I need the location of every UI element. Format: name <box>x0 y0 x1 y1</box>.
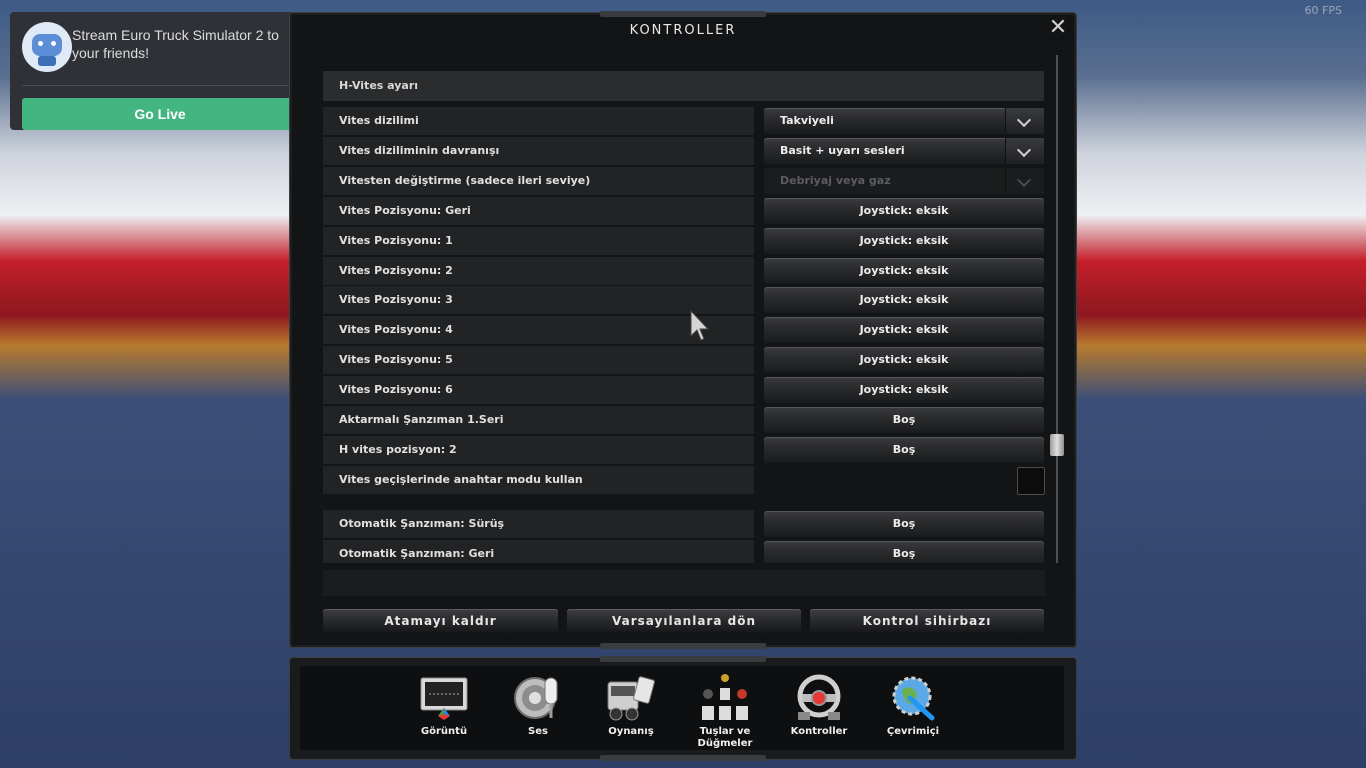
setting-label: Vites Pozisyonu: 6 <box>323 376 754 404</box>
setting-label: Aktarmalı Şanzıman 1.Seri <box>323 406 754 434</box>
nav-label: Oynanış <box>608 726 654 737</box>
scrollbar-track[interactable] <box>1056 55 1058 563</box>
binding-button[interactable]: Joystick: eksik <box>764 317 1044 343</box>
settings-nav: Görüntü Ses Oynanış Tuşlar ve Düğmeler K… <box>289 656 1077 761</box>
discord-message: Stream Euro Truck Simulator 2 to your fr… <box>72 27 279 61</box>
nav-label: Görüntü <box>420 726 468 737</box>
list-item: Vites Pozisyonu: 1 Joystick: eksik <box>323 227 1045 255</box>
setting-label: Otomatik Şanzıman: Geri <box>323 540 754 563</box>
binding-button[interactable]: Boş <box>764 407 1044 433</box>
discord-bot-avatar <box>22 22 72 72</box>
unassign-button[interactable]: Atamayı kaldır <box>323 609 558 633</box>
nav-label: Tuşlar ve Düğmeler <box>697 726 753 749</box>
shift-mode-dropdown: Debriyaj veya gaz <box>764 168 1044 194</box>
keys-buttons-icon <box>700 674 750 722</box>
list-item: Vites Pozisyonu: 6 Joystick: eksik <box>323 376 1045 404</box>
restore-defaults-button[interactable]: Varsayılanlara dön <box>567 609 801 633</box>
list-item: Vites diziliminin davranışı Basit + uyar… <box>323 137 1045 165</box>
nav-item-sound[interactable]: Ses <box>498 674 578 738</box>
discord-overlay: Stream Euro Truck Simulator 2 to your fr… <box>10 12 308 130</box>
chevron-down-icon <box>1005 168 1044 194</box>
chevron-down-icon[interactable] <box>1005 108 1044 134</box>
speaker-microphone-icon <box>513 674 563 722</box>
binding-button[interactable]: Joystick: eksik <box>764 287 1044 313</box>
nav-item-gameplay[interactable]: Oynanış <box>591 674 671 738</box>
setting-label: Vites diziliminin davranışı <box>323 137 754 165</box>
bot-icon <box>32 34 62 56</box>
list-item: H vites pozisyon: 2 Boş <box>323 436 1045 464</box>
list-item: Vites dizilimi Takviyeli <box>323 107 1045 135</box>
close-icon[interactable]: ✕ <box>1046 16 1070 40</box>
fps-counter: 60 FPS <box>1304 4 1342 17</box>
binding-button[interactable]: Joystick: eksik <box>764 258 1044 284</box>
nav-label: Ses <box>528 726 548 737</box>
chevron-down-icon[interactable] <box>1005 138 1044 164</box>
list-item: Vites Pozisyonu: 4 Joystick: eksik <box>323 316 1045 344</box>
dialog-title: KONTROLLER <box>629 23 737 38</box>
setting-label: Vites dizilimi <box>323 107 754 135</box>
binding-button[interactable]: Joystick: eksik <box>764 228 1044 254</box>
list-item: Otomatik Şanzıman: Sürüş Boş <box>323 510 1045 538</box>
toggle-mode-checkbox[interactable] <box>1017 467 1045 495</box>
gear-layout-dropdown[interactable]: Takviyeli <box>764 108 1044 134</box>
nav-item-controls[interactable]: Kontroller <box>779 674 859 738</box>
settings-list[interactable]: H-Vites ayarı Vites dizilimi Takviyeli V… <box>323 71 1045 563</box>
description-bar <box>323 570 1045 596</box>
binding-button[interactable]: Boş <box>764 437 1044 463</box>
controls-dialog: KONTROLLER ✕ H-Vites ayarı Vites dizilim… <box>289 11 1077 649</box>
setting-label: Vites Pozisyonu: Geri <box>323 197 754 225</box>
list-item: Vites Pozisyonu: Geri Joystick: eksik <box>323 197 1045 225</box>
setting-label: Vites geçişlerinde anahtar modu kullan <box>323 466 754 494</box>
scrollbar-thumb[interactable] <box>1050 434 1064 456</box>
mouse-cursor-icon <box>690 310 710 341</box>
nav-label: Çevrimiçi <box>886 726 940 737</box>
divider <box>22 85 296 86</box>
setting-label: Vitesten değiştirme (sadece ileri seviye… <box>323 167 754 195</box>
binding-button[interactable]: Joystick: eksik <box>764 198 1044 224</box>
dropdown-value: Debriyaj veya gaz <box>780 174 891 187</box>
nav-item-keys-buttons[interactable]: Tuşlar ve Düğmeler <box>685 674 765 750</box>
truck-gameplay-icon <box>606 674 656 722</box>
nav-item-display[interactable]: Görüntü <box>404 674 484 738</box>
globe-wrench-icon <box>888 674 938 722</box>
nav-item-online[interactable]: Çevrimiçi <box>873 674 953 738</box>
setting-label: Otomatik Şanzıman: Sürüş <box>323 510 754 538</box>
binding-button[interactable]: Boş <box>764 511 1044 537</box>
list-item: Otomatik Şanzıman: Geri Boş <box>323 540 1045 563</box>
section-header: H-Vites ayarı <box>323 71 1044 101</box>
controller-wizard-button[interactable]: Kontrol sihirbazı <box>810 609 1044 633</box>
binding-button[interactable]: Joystick: eksik <box>764 377 1044 403</box>
steering-wheel-icon <box>794 674 844 722</box>
go-live-button[interactable]: Go Live <box>22 98 298 130</box>
dropdown-value: Basit + uyarı sesleri <box>780 144 905 157</box>
list-item: Vitesten değiştirme (sadece ileri seviye… <box>323 167 1045 195</box>
setting-label: Vites Pozisyonu: 1 <box>323 227 754 255</box>
binding-button[interactable]: Boş <box>764 541 1044 563</box>
setting-label: Vites Pozisyonu: 2 <box>323 257 754 285</box>
setting-label: H vites pozisyon: 2 <box>323 436 754 464</box>
binding-button[interactable]: Joystick: eksik <box>764 347 1044 373</box>
dropdown-value: Takviyeli <box>780 114 834 127</box>
nav-label: Kontroller <box>790 726 848 737</box>
list-item: Vites Pozisyonu: 5 Joystick: eksik <box>323 346 1045 374</box>
list-item: Vites geçişlerinde anahtar modu kullan <box>323 466 1045 495</box>
list-item: Vites Pozisyonu: 2 Joystick: eksik <box>323 257 1045 285</box>
gear-layout-behavior-dropdown[interactable]: Basit + uyarı sesleri <box>764 138 1044 164</box>
setting-label: Vites Pozisyonu: 5 <box>323 346 754 374</box>
list-item: Aktarmalı Şanzıman 1.Seri Boş <box>323 406 1045 434</box>
list-item: Vites Pozisyonu: 3 Joystick: eksik <box>323 286 1045 314</box>
display-icon <box>419 674 469 722</box>
